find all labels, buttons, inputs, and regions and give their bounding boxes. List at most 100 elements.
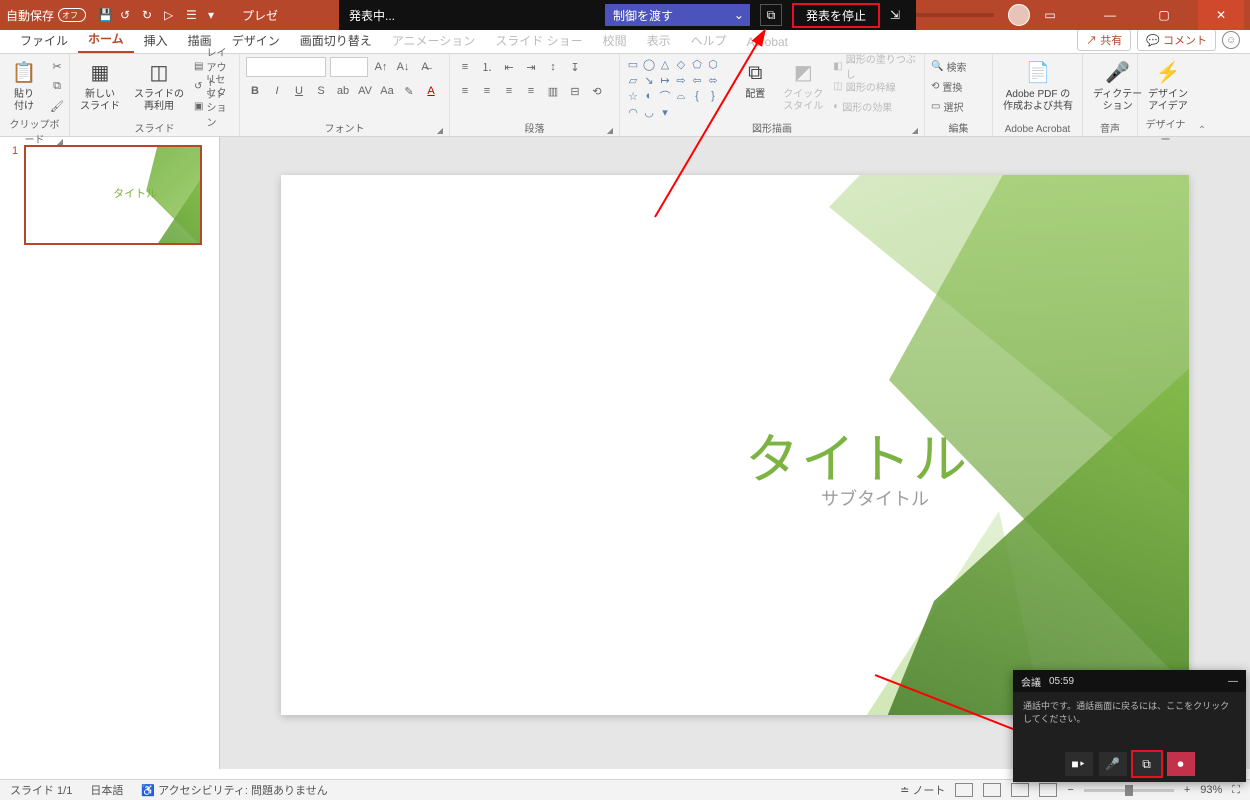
slideshow-view-icon[interactable] <box>1039 783 1057 797</box>
dialog-launcher-icon[interactable]: ◢ <box>437 126 443 135</box>
new-slide-button[interactable]: ▦新しい スライド <box>76 57 124 115</box>
pin-toolbar-icon[interactable]: ⧉ <box>760 4 782 26</box>
slide-title-placeholder[interactable]: タイトル <box>745 415 969 494</box>
align-text-icon[interactable]: ⊟ <box>566 82 584 100</box>
tab-insert[interactable]: 挿入 <box>134 28 178 53</box>
arrange-button[interactable]: ⧉配置 <box>737 57 773 103</box>
tab-help[interactable]: ヘルプ <box>681 28 737 53</box>
char-spacing-icon[interactable]: AV <box>356 82 374 100</box>
reading-view-icon[interactable] <box>1011 783 1029 797</box>
dialog-launcher-icon[interactable]: ◢ <box>607 126 613 135</box>
font-color-icon[interactable]: A <box>422 82 440 100</box>
bold-icon[interactable]: B <box>246 82 264 100</box>
reuse-slides-button[interactable]: ◫スライドの 再利用 <box>130 57 188 115</box>
sorter-view-icon[interactable] <box>983 783 1001 797</box>
teams-call-window[interactable]: 会議 05:59 — 通話中です。通話画面に戻るには、ここをクリックしてください… <box>1013 670 1246 782</box>
tab-view[interactable]: 表示 <box>637 28 681 53</box>
cut-icon[interactable]: ✂ <box>48 57 66 75</box>
font-name-combo[interactable] <box>246 57 326 77</box>
align-left-icon[interactable]: ≡ <box>456 82 474 100</box>
shape-effects-button[interactable]: ◐ 図形の効果 <box>833 97 918 115</box>
tab-slideshow[interactable]: スライド ショー <box>485 28 592 53</box>
line-spacing-icon[interactable]: ↕ <box>544 58 562 76</box>
design-ideas-button[interactable]: ⚡デザイン アイデア <box>1144 57 1192 115</box>
dialog-launcher-icon[interactable]: ◢ <box>912 126 918 135</box>
zoom-level[interactable]: 93% <box>1200 784 1222 796</box>
find-button[interactable]: 🔍 検索 <box>931 57 966 75</box>
zoom-out-icon[interactable]: − <box>1067 784 1073 796</box>
format-painter-icon[interactable]: 🖌 <box>48 97 66 115</box>
notes-button[interactable]: ≐ ノート <box>900 782 945 798</box>
decrease-font-icon[interactable]: A↓ <box>394 58 412 76</box>
tab-home[interactable]: ホーム <box>78 26 134 53</box>
teams-camera-button[interactable]: ■‣ <box>1065 752 1093 776</box>
ribbon-display-options-icon[interactable]: ▭ <box>1030 0 1070 30</box>
paste-button[interactable]: 📋貼り付け <box>6 57 42 115</box>
underline-icon[interactable]: U <box>290 82 308 100</box>
status-accessibility[interactable]: ♿ アクセシビリティ: 問題ありません <box>141 782 327 798</box>
teams-hangup-button[interactable]: ⏺ <box>1167 752 1195 776</box>
font-size-combo[interactable] <box>330 57 368 77</box>
feedback-icon[interactable]: ☺ <box>1222 31 1240 49</box>
save-icon[interactable]: 💾 <box>98 8 112 22</box>
give-control-dropdown[interactable]: 制御を渡す ⌄ <box>605 4 750 26</box>
share-button[interactable]: ↗ 共有 <box>1077 29 1131 51</box>
slide-thumbnails-pane[interactable]: 1 タイトル <box>0 137 220 769</box>
close-button[interactable]: ✕ <box>1198 0 1244 30</box>
strike-icon[interactable]: S <box>312 82 330 100</box>
clear-format-icon[interactable]: A̶ <box>416 58 434 76</box>
select-button[interactable]: ▭ 選択 <box>931 97 966 115</box>
autosave-toggle[interactable]: 自動保存 オフ <box>6 7 86 24</box>
align-right-icon[interactable]: ≡ <box>500 82 518 100</box>
columns-icon[interactable]: ▥ <box>544 82 562 100</box>
undo-icon[interactable]: ↺ <box>120 8 134 22</box>
teams-return-message[interactable]: 通話中です。通話画面に戻るには、ここをクリックしてください。 <box>1013 692 1246 733</box>
teams-mic-button[interactable]: 🎤 <box>1099 752 1127 776</box>
replace-button[interactable]: ⟲ 置換 <box>931 77 966 95</box>
quick-styles-button[interactable]: ◩クイック スタイル <box>779 57 827 115</box>
shape-fill-button[interactable]: ◧ 図形の塗りつぶし <box>833 57 918 75</box>
account-avatar[interactable] <box>1008 4 1030 26</box>
collapse-ribbon-icon[interactable]: ⌃ <box>1193 125 1211 136</box>
teams-minimize-icon[interactable]: — <box>1228 676 1238 687</box>
shapes-gallery[interactable]: ▭◯△◇⬠⬡▱ ↘↦⇨⇦⬄☆◐ ⌒⌓{}◠◡▾ <box>626 57 731 119</box>
justify-icon[interactable]: ≡ <box>522 82 540 100</box>
indent-inc-icon[interactable]: ⇥ <box>522 58 540 76</box>
change-case-icon[interactable]: Aa <box>378 82 396 100</box>
qat-more-icon[interactable]: ▾ <box>208 8 222 22</box>
tab-animations[interactable]: アニメーション <box>382 28 486 53</box>
align-center-icon[interactable]: ≡ <box>478 82 496 100</box>
popout-icon[interactable]: ⇲ <box>890 8 906 22</box>
status-language[interactable]: 日本語 <box>90 782 123 798</box>
numbering-icon[interactable]: ⒈ <box>478 58 496 76</box>
slideshow-start-icon[interactable]: ▷ <box>164 8 178 22</box>
comments-button[interactable]: 💬 コメント <box>1137 29 1216 51</box>
tab-file[interactable]: ファイル <box>10 28 78 53</box>
stop-presenting-button[interactable]: 発表を停止 <box>792 3 880 28</box>
highlight-icon[interactable]: ✎ <box>400 82 418 100</box>
fit-window-icon[interactable]: ⛶ <box>1232 784 1240 797</box>
minimize-button[interactable]: — <box>1090 0 1130 30</box>
section-button[interactable]: ▣ セクション <box>194 97 233 115</box>
redo-icon[interactable]: ↻ <box>142 8 156 22</box>
maximize-button[interactable]: ▢ <box>1144 0 1184 30</box>
touch-mode-icon[interactable]: ☰ <box>186 8 200 22</box>
copy-icon[interactable]: ⧉ <box>48 77 66 95</box>
smartart-icon[interactable]: ⟲ <box>588 82 606 100</box>
status-slide-count[interactable]: スライド 1/1 <box>10 782 72 798</box>
create-pdf-button[interactable]: 📄Adobe PDF の 作成および共有 <box>999 57 1077 115</box>
slide-thumbnail-1[interactable]: タイトル <box>24 145 202 245</box>
bullets-icon[interactable]: ≡ <box>456 58 474 76</box>
tab-review[interactable]: 校閲 <box>593 28 637 53</box>
normal-view-icon[interactable] <box>955 783 973 797</box>
indent-dec-icon[interactable]: ⇤ <box>500 58 518 76</box>
zoom-in-icon[interactable]: + <box>1184 784 1190 796</box>
zoom-slider[interactable] <box>1084 789 1174 792</box>
tab-acrobat[interactable]: Acrobat <box>737 31 798 53</box>
slide-1[interactable]: タイトル サブタイトル <box>281 175 1189 715</box>
text-direction-icon[interactable]: ↧ <box>566 58 584 76</box>
teams-share-button[interactable]: ⧉ <box>1133 752 1161 776</box>
autosave-switch[interactable]: オフ <box>58 8 86 22</box>
shadow-icon[interactable]: ab <box>334 82 352 100</box>
shape-outline-button[interactable]: ◫ 図形の枠線 <box>833 77 918 95</box>
